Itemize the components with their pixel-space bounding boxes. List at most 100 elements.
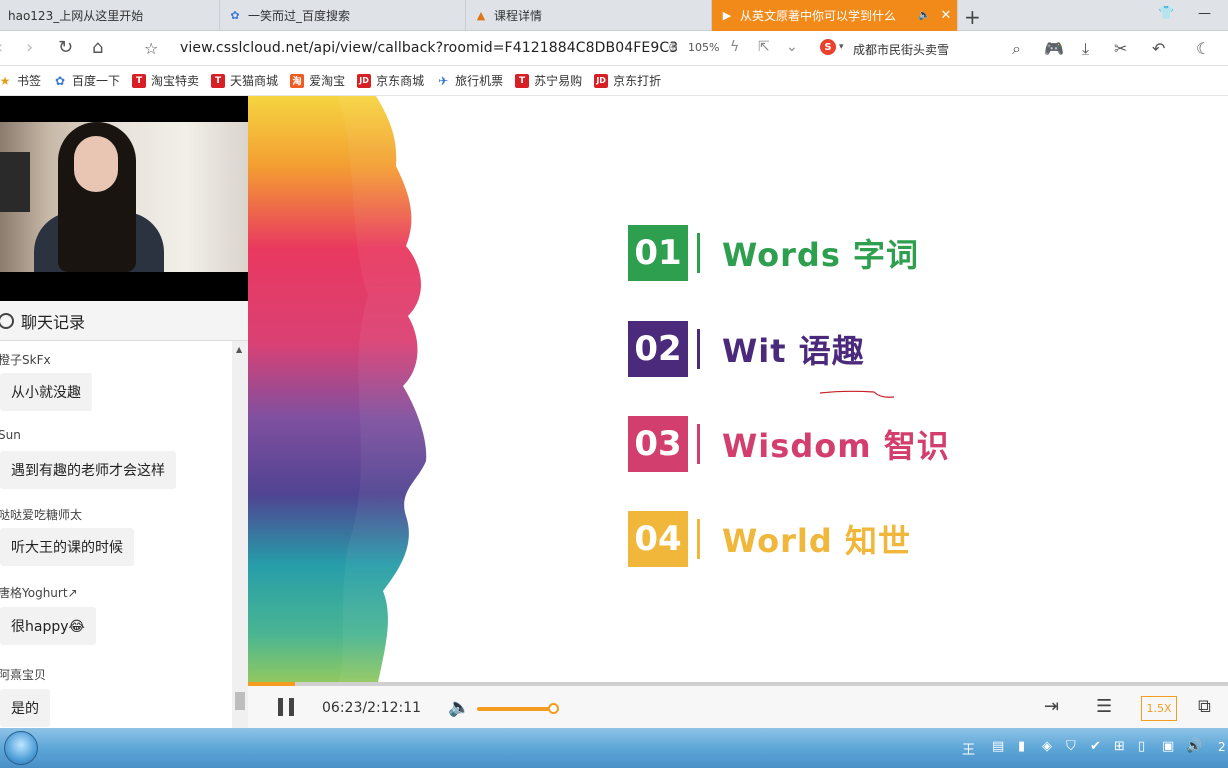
url-field[interactable]: view.csslcloud.net/api/view/callback?roo… [180, 40, 678, 56]
star-icon[interactable]: ☆ [144, 39, 158, 58]
chat-list: 橙子SkFx 从小就没趣 Sun 遇到有趣的老师才会这样 哒哒爱吃糖师太 听大王… [0, 341, 248, 728]
suning-icon: T [515, 73, 530, 88]
search-hot-text[interactable]: 成都市民街头卖雪 [853, 41, 949, 58]
pause-bar [278, 698, 283, 716]
tab-title: 一笑而过_百度搜索 [248, 9, 351, 23]
lightning-icon[interactable]: ϟ [730, 39, 739, 55]
app-tray-icon[interactable]: ✔ [1090, 739, 1101, 754]
chat-title: 聊天记录 [21, 312, 86, 332]
bookmark-taobao-sale[interactable]: T 淘宝特卖 [132, 72, 199, 89]
bookmark-jd[interactable]: JD 京东商城 [357, 72, 424, 89]
list-icon[interactable]: ☰ [1096, 696, 1112, 717]
shirt-icon[interactable]: 👕 [1158, 6, 1174, 21]
item-number: 04 [628, 511, 688, 567]
share-icon[interactable]: ⇱ [758, 39, 770, 55]
scissors-icon[interactable]: ✂ [1114, 39, 1127, 58]
bookmark-icon: ★ [0, 73, 11, 88]
clipboard-icon[interactable]: ▯ [1138, 739, 1145, 754]
volume-knob[interactable] [548, 703, 559, 714]
start-button[interactable] [4, 731, 38, 765]
gamepad-icon[interactable]: 🎮 [1044, 39, 1064, 58]
bookmark-label: 苏宁易购 [534, 74, 583, 88]
playback-time: 06:23/2:12:11 [322, 700, 422, 716]
chat-username: 橙子SkFx [0, 353, 51, 367]
clock[interactable]: 2 [1218, 740, 1226, 754]
moon-icon[interactable]: ☾ [1196, 39, 1210, 58]
chat-message: 遇到有趣的老师才会这样 [0, 451, 176, 489]
jd-icon: JD [594, 73, 609, 88]
battery-icon[interactable]: ▤ [992, 739, 1004, 754]
speaker-icon[interactable]: 🔈 [918, 10, 930, 21]
pip-icon[interactable]: ⧉ [1198, 696, 1211, 717]
teacher-video[interactable] [0, 96, 248, 301]
back-icon[interactable]: ‹ [0, 37, 3, 58]
network-icon[interactable]: ⊞ [1114, 739, 1125, 754]
tab-title: 从英文原著中你可以学到什么 [740, 9, 897, 23]
chat-header: 聊天记录 [0, 301, 248, 341]
pause-button[interactable] [278, 698, 294, 716]
item-number: 02 [628, 321, 688, 377]
item-label: Wisdom 智识 [722, 427, 950, 465]
chat-bubble-icon [0, 312, 14, 329]
chat-message: 从小就没趣 [0, 373, 92, 411]
bookmark-label: 淘宝特卖 [151, 74, 200, 88]
security-icon[interactable]: ◈ [1042, 739, 1052, 754]
scroll-thumb[interactable] [235, 692, 245, 710]
scroll-up-icon[interactable]: ▲ [236, 345, 242, 354]
item-divider [697, 519, 700, 559]
usb-icon[interactable]: ▮ [1018, 739, 1025, 754]
monitor-icon[interactable]: ▣ [1162, 739, 1174, 754]
bookmark-label: 京东打折 [613, 74, 662, 88]
item-label: Words 字词 [722, 236, 920, 274]
item-divider [697, 233, 700, 273]
windows-taskbar: 王 ▤ ▮ ◈ ⛉ ✔ ⊞ ▯ ▣ 🔊 2 [0, 728, 1228, 768]
chat-message: 是的 [0, 689, 50, 727]
chevron-down-icon[interactable]: ⌄ [786, 39, 798, 55]
search-icon[interactable]: ⌕ [1012, 39, 1021, 59]
input-method-icon[interactable]: 王 [962, 739, 975, 758]
sogou-icon: S [820, 39, 836, 55]
slide-item-wisdom: 03 Wisdom 智识 [628, 416, 950, 472]
item-number: 03 [628, 416, 688, 472]
bookmark-label: 书签 [17, 74, 42, 88]
chat-scrollbar[interactable]: ▲ [232, 341, 248, 728]
refresh-icon[interactable]: ↻ [58, 37, 73, 58]
bookmark-flights[interactable]: ✈ 旅行机票 [436, 72, 503, 89]
bookmark-suning[interactable]: T 苏宁易购 [515, 72, 582, 89]
bookmark-baidu[interactable]: ✿ 百度一下 [53, 72, 120, 89]
item-number: 01 [628, 225, 688, 281]
speed-button[interactable]: 1.5X [1141, 696, 1177, 721]
tab-baidu-search[interactable]: ✿ 一笑而过_百度搜索 [220, 0, 466, 31]
tab-title: hao123_上网从这里开始 [8, 9, 144, 23]
speaker-tray-icon[interactable]: 🔊 [1186, 739, 1202, 754]
download-icon[interactable]: ⤓ [1082, 39, 1089, 59]
shield-icon[interactable]: ⛉ [1066, 739, 1076, 754]
close-tab-icon[interactable]: ✕ [940, 8, 951, 23]
zoom-icon[interactable]: ⊕ [668, 40, 678, 54]
bookmark-tmall[interactable]: T 天猫商城 [211, 72, 278, 89]
tab-course-detail[interactable]: ▲ 课程详情 [466, 0, 712, 31]
minimize-button[interactable]: — [1198, 6, 1211, 21]
bookmark-label: 百度一下 [72, 74, 121, 88]
chat-message: 很happy😂 [0, 607, 96, 645]
home-icon[interactable]: ⌂ [92, 37, 103, 58]
address-bar: ‹ › ↻ ⌂ ☆ view.csslcloud.net/api/view/ca… [0, 31, 1228, 66]
plane-icon: ✈ [438, 73, 449, 88]
undo-icon[interactable]: ↶ [1152, 39, 1165, 58]
forward-icon[interactable]: › [26, 37, 33, 58]
baidu-paw-icon: ✿ [54, 73, 66, 88]
exit-icon[interactable]: ⇥ [1044, 696, 1059, 717]
chat-message: 听大王的课的时候 [0, 528, 134, 566]
bookmark-jd-discount[interactable]: JD 京东打折 [594, 72, 661, 89]
slide-item-wit: 02 Wit 语趣 [628, 321, 865, 377]
bookmark-ai-taobao[interactable]: 淘 爱淘宝 [290, 72, 345, 89]
tab-active-course[interactable]: ▶ 从英文原著中你可以学到什么 🔈 ✕ [712, 0, 958, 31]
zoom-level[interactable]: 105% [688, 41, 719, 54]
new-tab-button[interactable]: + [964, 5, 981, 29]
volume-slider[interactable] [477, 707, 553, 711]
tab-hao123[interactable]: hao123_上网从这里开始 [0, 0, 220, 31]
watercolor-profile-art [248, 96, 427, 682]
volume-icon[interactable]: 🔈 [448, 697, 470, 718]
search-engine-selector[interactable]: S ▾ [820, 39, 844, 55]
bookmark-folder[interactable]: ★ 书签 [0, 72, 41, 89]
